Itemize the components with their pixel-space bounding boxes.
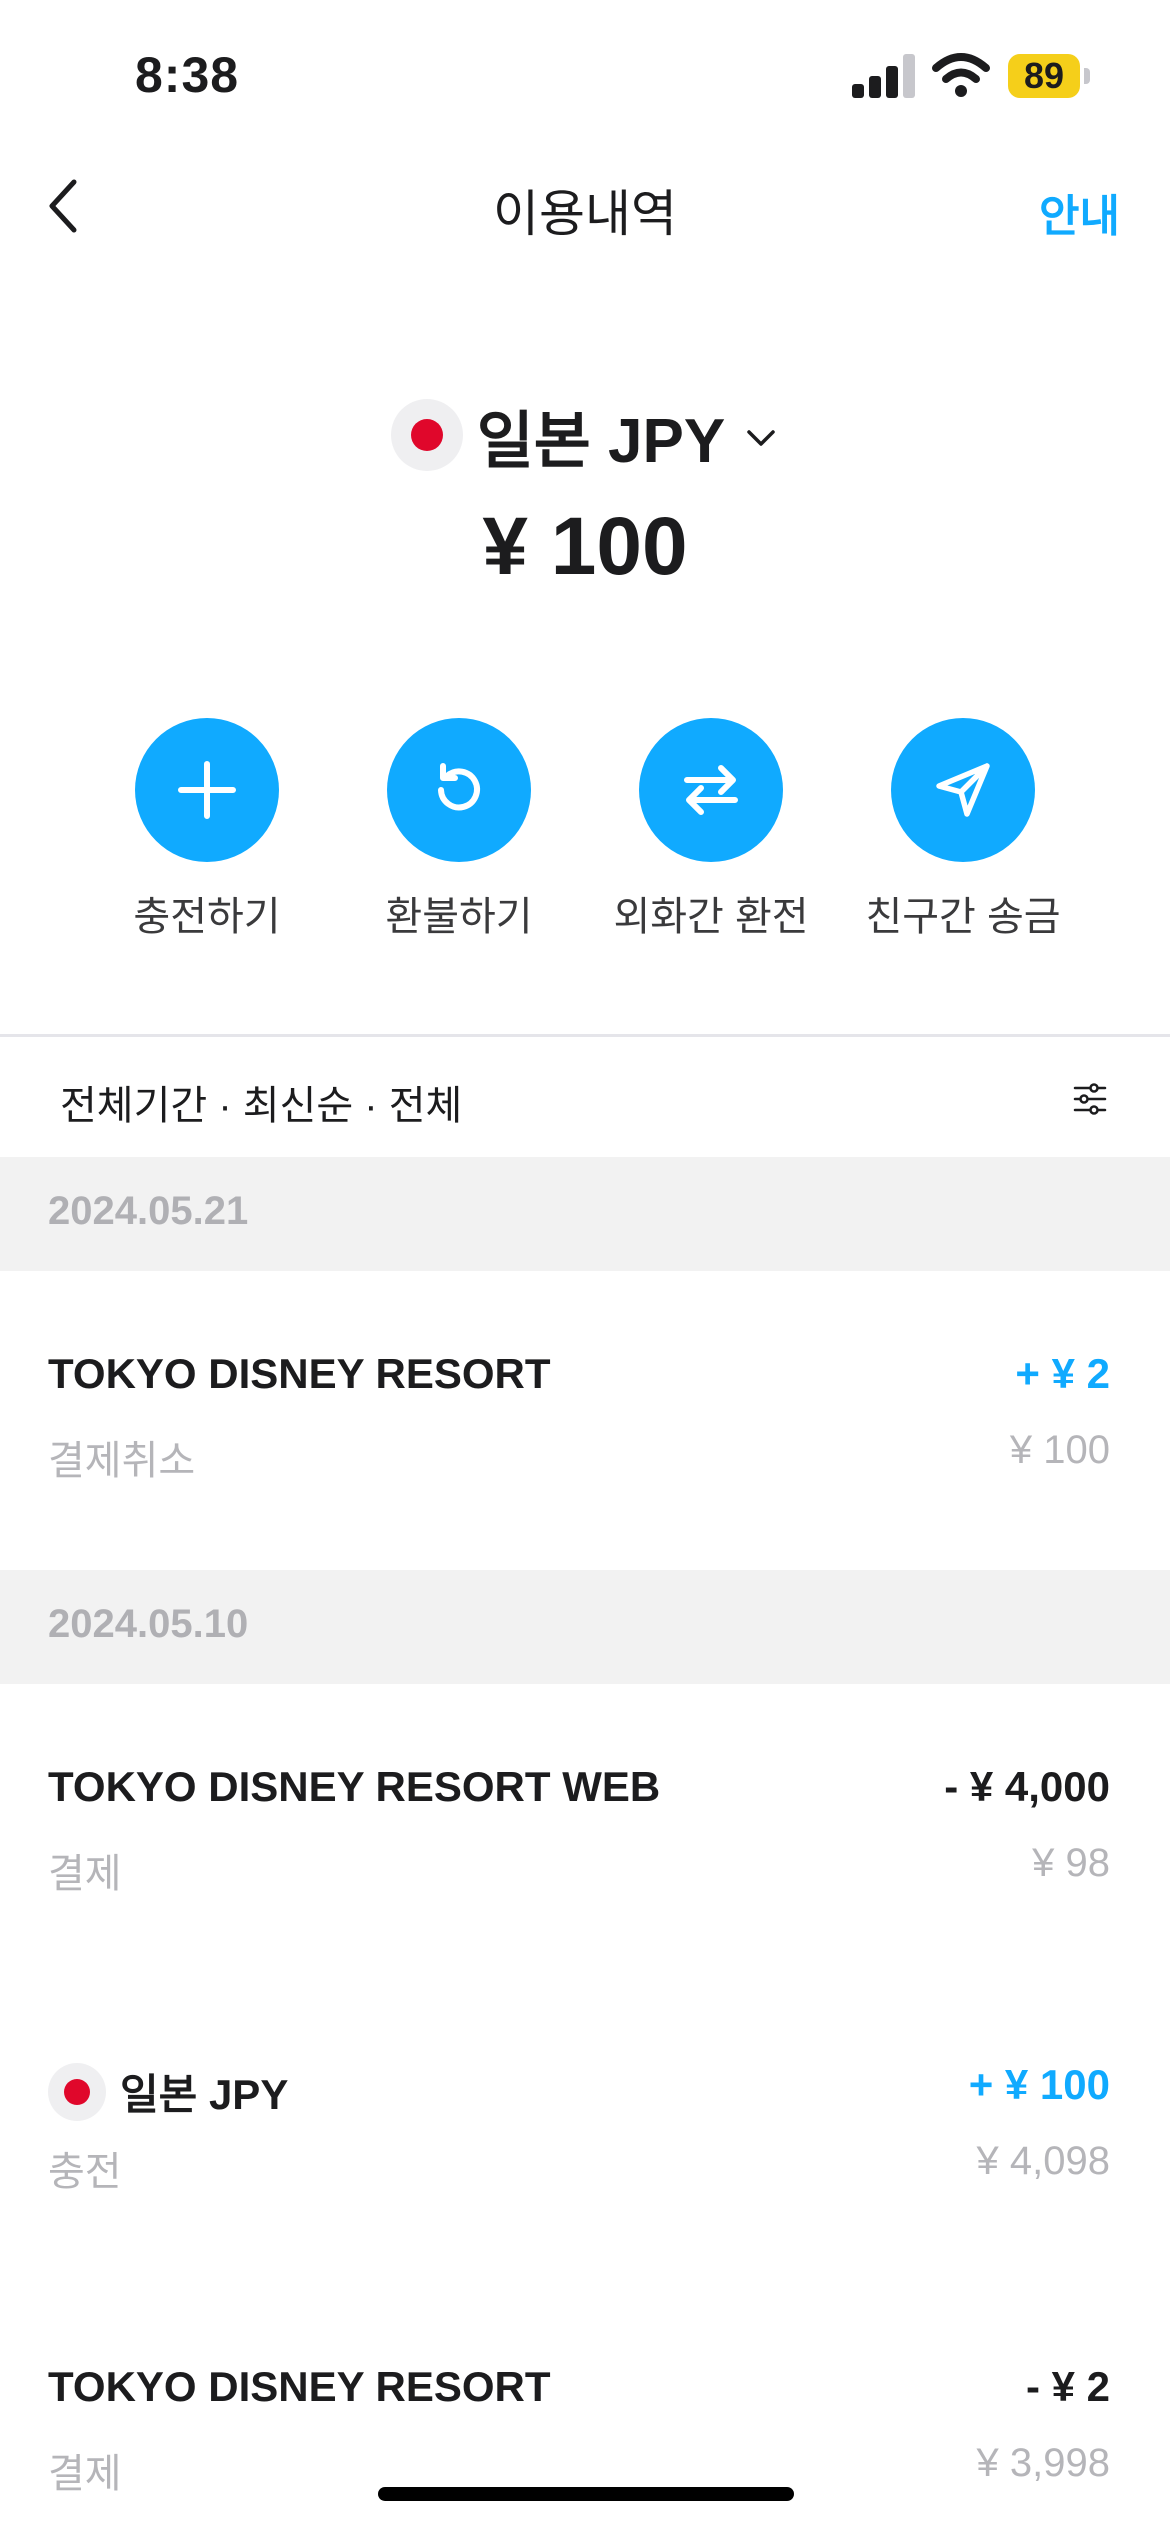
- charge-button[interactable]: 충전하기: [97, 718, 317, 942]
- refresh-icon: [438, 763, 480, 811]
- charge-label: 충전하기: [133, 895, 281, 939]
- cellular-signal-icon: [852, 54, 916, 98]
- merchant-name-with-flag: 일본 JPY: [48, 2061, 288, 2122]
- transaction-type: 결제: [48, 2452, 122, 2496]
- status-bar: 8:38 89: [0, 0, 1170, 150]
- action-buttons: 충전하기 환불하기 외화간 환전 친구간 송금: [0, 718, 1170, 939]
- merchant-name: TOKYO DISNEY RESORT WEB: [48, 1763, 661, 1810]
- plus-icon: [178, 761, 236, 819]
- transaction-type: 충전: [48, 2150, 122, 2194]
- battery-percent: 89: [1023, 55, 1065, 96]
- filter-sliders-icon[interactable]: [1072, 1081, 1108, 1117]
- merchant-name: 일본 JPY: [120, 2071, 289, 2118]
- exchange-button[interactable]: 외화간 환전: [601, 718, 821, 942]
- transaction-amount: - ¥ 4,000: [944, 1763, 1110, 1810]
- transaction-row[interactable]: 일본 JPY + ¥ 100 충전 ¥ 4,098: [0, 2061, 1170, 2221]
- date-label: 2024.05.21: [48, 1189, 249, 1233]
- filter-row[interactable]: 전체기간 · 최신순 · 전체: [0, 1037, 1170, 1157]
- battery-icon: 89: [1008, 54, 1090, 98]
- japan-flag-icon: [390, 399, 463, 471]
- home-indicator: [378, 2487, 794, 2501]
- merchant-name: TOKYO DISNEY RESORT: [48, 2363, 551, 2410]
- transaction-type: 결제: [48, 1852, 122, 1896]
- balance-amount: ¥ 100: [482, 501, 688, 592]
- currency-name: 일본 JPY: [476, 407, 726, 476]
- transaction-amount: + ¥ 2: [1015, 1350, 1110, 1397]
- transaction-type: 결제취소: [48, 1439, 196, 1483]
- refund-button[interactable]: 환불하기: [349, 718, 569, 942]
- currency-selector[interactable]: 일본 JPY: [0, 395, 1170, 476]
- status-time: 8:38: [135, 47, 240, 103]
- date-header: 2024.05.10: [0, 1570, 1170, 1684]
- date-header: 2024.05.21: [0, 1157, 1170, 1271]
- balance-after: ¥ 98: [1032, 1841, 1110, 1885]
- exchange-icon: [684, 765, 738, 815]
- send-icon: [936, 763, 990, 817]
- balance-after: ¥ 4,098: [976, 2139, 1110, 2183]
- page-title: 이용내역: [493, 186, 677, 242]
- balance-after: ¥ 100: [1009, 1428, 1110, 1472]
- exchange-label: 외화간 환전: [613, 895, 809, 939]
- balance-after: ¥ 3,998: [976, 2441, 1110, 2485]
- nav-bar: 이용내역 안내: [0, 150, 1170, 260]
- send-button[interactable]: 친구간 송금: [853, 718, 1073, 942]
- merchant-name: TOKYO DISNEY RESORT: [48, 1350, 551, 1397]
- send-label: 친구간 송금: [865, 895, 1061, 939]
- refund-label: 환불하기: [385, 895, 533, 939]
- wifi-icon: [932, 53, 990, 97]
- transaction-row[interactable]: TOKYO DISNEY RESORT WEB - ¥ 4,000 결제 ¥ 9…: [0, 1763, 1170, 1923]
- transaction-row[interactable]: TOKYO DISNEY RESORT + ¥ 2 결제취소 ¥ 100: [0, 1350, 1170, 1510]
- chevron-down-icon: [747, 430, 775, 446]
- transaction-amount: - ¥ 2: [1025, 2363, 1110, 2410]
- date-label: 2024.05.10: [48, 1602, 249, 1646]
- filter-summary: 전체기간 · 최신순 · 전체: [60, 1084, 463, 1128]
- transaction-amount: + ¥ 100: [968, 2061, 1110, 2108]
- info-link[interactable]: 안내: [1039, 180, 1120, 244]
- japan-flag-icon: [48, 2062, 106, 2121]
